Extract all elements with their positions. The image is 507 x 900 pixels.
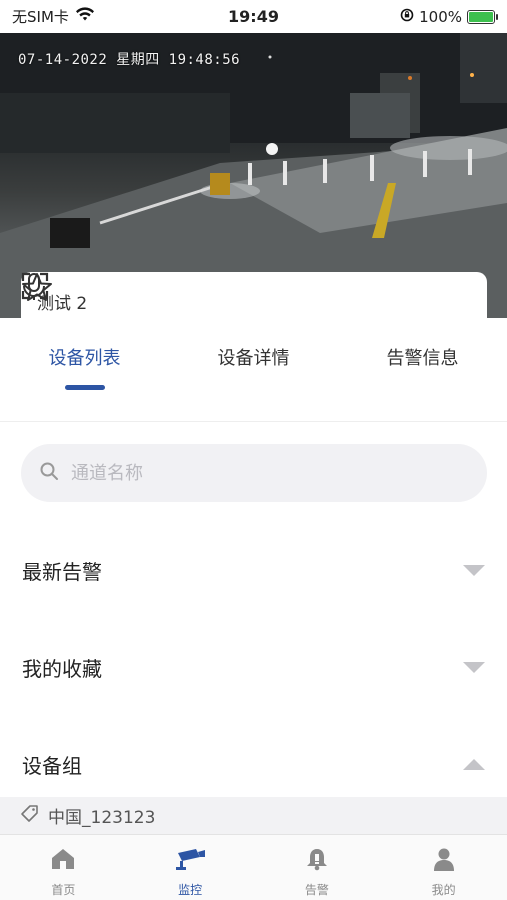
battery-icon	[467, 9, 498, 24]
carrier-label: 无SIM卡	[12, 8, 69, 26]
nav-label: 告警	[304, 883, 329, 897]
star-icon[interactable]	[22, 273, 417, 318]
battery-level	[469, 11, 493, 22]
section-title: 最新告警	[22, 559, 102, 584]
fullscreen-icon[interactable]	[21, 272, 471, 318]
video-timestamp: 07-14-2022 星期四 19:48:56	[18, 52, 241, 68]
video-player[interactable]: 07-14-2022 星期四 19:48:56 测试 2	[0, 33, 507, 318]
tag-icon	[20, 803, 40, 828]
chevron-up-icon	[463, 758, 485, 770]
player-control-bar: 测试 2	[21, 272, 487, 318]
battery-percent: 100%	[419, 7, 462, 26]
app-screen: 无SIM卡 19:49 100% 07-14-2022 星期四 19:48:56…	[0, 0, 507, 900]
microphone-icon[interactable]	[23, 273, 363, 318]
camera-icon	[174, 847, 206, 875]
search-icon	[39, 461, 59, 485]
device-group-item[interactable]: 中国_123123	[0, 797, 507, 834]
user-icon	[432, 847, 456, 875]
tab-alarm-info[interactable]: 告警信息	[338, 318, 507, 421]
nav-label: 我的	[431, 883, 456, 897]
section-title: 设备组	[22, 753, 82, 778]
bottom-nav: 首页 监控 告警 我的	[0, 834, 507, 900]
section-latest-alarms[interactable]: 最新告警	[0, 542, 507, 598]
chevron-down-icon	[463, 564, 485, 576]
home-icon	[50, 847, 76, 875]
section-title: 我的收藏	[22, 656, 102, 681]
search-input[interactable]	[71, 462, 451, 484]
search-bar	[21, 444, 487, 502]
section-device-group[interactable]: 设备组	[0, 736, 507, 792]
section-my-favorites[interactable]: 我的收藏	[0, 639, 507, 695]
nav-label: 首页	[51, 883, 76, 897]
orientation-lock-icon	[400, 8, 414, 26]
nav-home[interactable]: 首页	[0, 835, 127, 900]
status-bar: 无SIM卡 19:49 100%	[0, 0, 507, 33]
nav-mine[interactable]: 我的	[380, 835, 507, 900]
chevron-down-icon	[463, 661, 485, 673]
tab-device-list[interactable]: 设备列表	[0, 318, 169, 421]
wifi-icon	[75, 7, 95, 26]
nav-monitor[interactable]: 监控	[127, 835, 254, 900]
nav-label: 监控	[178, 883, 203, 897]
group-name: 中国_123123	[48, 808, 156, 828]
camera-name: 测试 2	[37, 293, 88, 314]
nav-alarm[interactable]: 告警	[254, 835, 381, 900]
bell-icon	[304, 847, 330, 875]
tab-device-details[interactable]: 设备详情	[169, 318, 338, 421]
tab-bar: 设备列表 设备详情 告警信息	[0, 318, 507, 422]
